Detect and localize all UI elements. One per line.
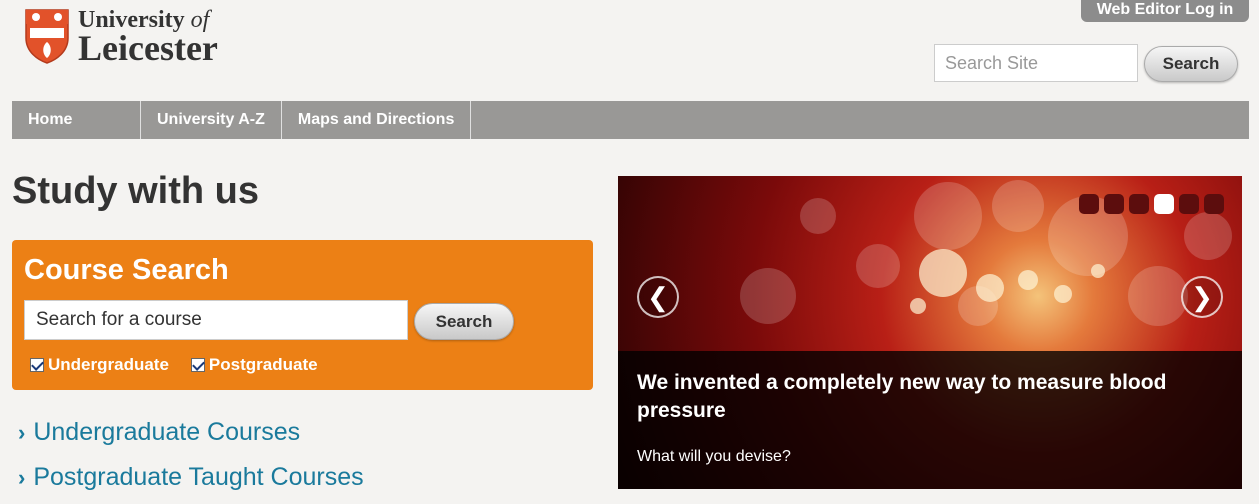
link-label: Postgraduate Taught Courses (33, 463, 364, 491)
chevron-right-icon: › (18, 419, 26, 445)
chevron-right-icon: ❯ (1191, 282, 1213, 312)
carousel-pagination (1079, 194, 1224, 214)
undergraduate-checkbox-label: Undergraduate (48, 355, 169, 374)
link-undergraduate-courses[interactable]: › Undergraduate Courses (18, 418, 364, 447)
carousel-caption[interactable]: We invented a completely new way to meas… (618, 351, 1242, 489)
site-search-input[interactable] (934, 44, 1138, 82)
hero-carousel: ❮ ❯ We invented a completely new way to … (618, 176, 1242, 489)
carousel-dot[interactable] (1079, 194, 1099, 214)
carousel-dot[interactable] (1179, 194, 1199, 214)
logo-text-leicester: Leicester (78, 28, 218, 68)
nav-item-home[interactable]: Home (12, 101, 141, 139)
carousel-next-button[interactable]: ❯ (1181, 276, 1223, 318)
course-search-button[interactable]: Search (414, 303, 514, 340)
carousel-dot[interactable] (1104, 194, 1124, 214)
main-nav: Home University A-Z Maps and Directions (12, 101, 1249, 139)
shield-icon (25, 9, 69, 64)
page-title: Study with us (12, 170, 259, 212)
chevron-right-icon: › (18, 464, 26, 490)
nav-item-maps-and-directions[interactable]: Maps and Directions (282, 101, 472, 139)
checkbox-checked-icon[interactable] (190, 358, 205, 372)
carousel-headline: We invented a completely new way to meas… (637, 371, 1167, 423)
course-search-input[interactable] (24, 300, 408, 340)
undergraduate-checkbox[interactable]: Undergraduate (30, 355, 169, 375)
link-label: Undergraduate Courses (33, 418, 301, 446)
course-links: › Undergraduate Courses › Postgraduate T… (18, 418, 364, 504)
course-search-panel: Course Search Search Undergraduate Postg… (12, 240, 593, 390)
web-editor-login-button[interactable]: Web Editor Log in (1081, 0, 1249, 22)
course-search-title: Course Search (24, 254, 229, 286)
chevron-left-icon: ❮ (647, 282, 669, 312)
checkbox-checked-icon[interactable] (30, 358, 44, 372)
site-search-button[interactable]: Search (1144, 46, 1238, 82)
university-logo[interactable]: University of Leicester (24, 8, 218, 66)
carousel-dot[interactable] (1129, 194, 1149, 214)
carousel-dot-active[interactable] (1154, 194, 1174, 214)
carousel-subtext: What will you devise? (637, 447, 791, 465)
postgraduate-checkbox[interactable]: Postgraduate (190, 355, 318, 375)
link-postgraduate-taught-courses[interactable]: › Postgraduate Taught Courses (18, 463, 364, 492)
nav-item-university-a-z[interactable]: University A-Z (141, 101, 282, 139)
carousel-dot[interactable] (1204, 194, 1224, 214)
carousel-prev-button[interactable]: ❮ (637, 276, 679, 318)
postgraduate-checkbox-label: Postgraduate (208, 355, 318, 374)
